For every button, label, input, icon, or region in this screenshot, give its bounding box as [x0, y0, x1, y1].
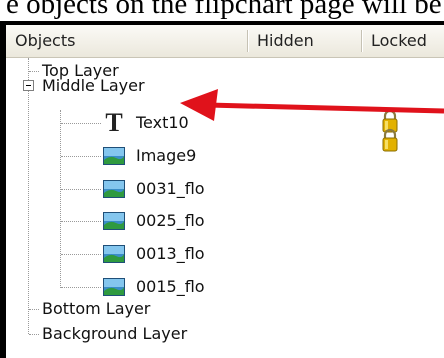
layer-label: Background Layer: [42, 324, 188, 343]
tree-connector: [61, 254, 101, 255]
item-label: 0013_flo: [136, 244, 205, 263]
tree-connector: [61, 287, 101, 288]
tree-connector: [29, 71, 39, 72]
column-header-hidden[interactable]: Hidden: [248, 25, 362, 57]
layer-middle[interactable]: Middle Layer: [42, 73, 145, 99]
tree-connector: [61, 221, 101, 222]
image-icon: [103, 147, 125, 165]
layer-label: Middle Layer: [42, 76, 145, 95]
layer-bottom[interactable]: Bottom Layer: [42, 296, 150, 322]
item-label: Image9: [136, 146, 197, 165]
layer-background[interactable]: Background Layer: [42, 321, 187, 347]
column-header-objects[interactable]: Objects: [6, 25, 248, 57]
item-label: 0031_flo: [136, 179, 205, 198]
tree-connector: [61, 189, 101, 190]
text-tool-icon: T: [105, 108, 123, 137]
callout-arrow-icon: [180, 89, 444, 121]
lock-icon[interactable]: [381, 128, 399, 152]
image-icon: [103, 245, 125, 263]
item-label: 0025_flo: [136, 211, 205, 230]
page-caption: e objects on the flipchart page will be: [6, 0, 442, 20]
layer-label: Bottom Layer: [42, 299, 151, 318]
image-icon: [103, 278, 125, 296]
tree-connector: [29, 334, 39, 335]
collapse-icon[interactable]: [23, 80, 34, 91]
image-icon: [103, 180, 125, 198]
tree-connector: [29, 309, 39, 310]
tree-connector: [61, 123, 101, 124]
object-browser: Objects Hidden Locked Top Layer Middle L…: [6, 25, 444, 358]
tree-connector: [28, 58, 29, 334]
column-header-locked[interactable]: Locked: [362, 25, 444, 57]
tree-connector: [61, 156, 101, 157]
object-browser-panel: Objects Hidden Locked Top Layer Middle L…: [0, 21, 444, 358]
column-header: Objects Hidden Locked: [6, 25, 444, 58]
tree-connector: [60, 110, 61, 288]
image-icon: [103, 212, 125, 230]
